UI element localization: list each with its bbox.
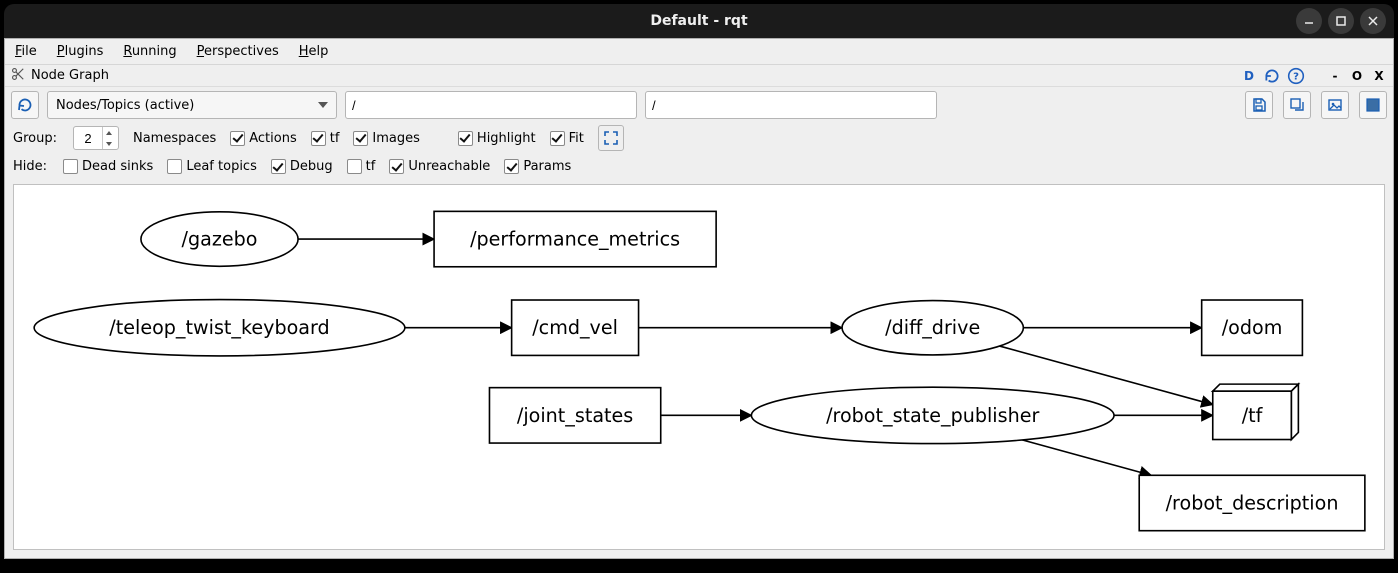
plugin-header: Node Graph D ? - O X — [5, 65, 1393, 87]
scissors-icon — [11, 67, 25, 85]
graph-node-label: /teleop_twist_keyboard — [109, 316, 329, 339]
header-dash-button[interactable]: - — [1327, 68, 1343, 84]
toolbar-row-1: Nodes/Topics (active) — [5, 87, 1393, 123]
options-row-1: Group: Namespaces Actions tf Images High… — [5, 123, 1393, 157]
svg-text:?: ? — [1293, 71, 1299, 82]
graph-node-label: /robot_state_publisher — [826, 404, 1039, 427]
window-frame: Default - rqt File Plugins Running Persp… — [0, 0, 1398, 573]
header-x-button[interactable]: X — [1371, 68, 1387, 84]
menu-file[interactable]: File — [11, 42, 41, 61]
menubar: File Plugins Running Perspectives Help — [5, 39, 1393, 65]
hide-label: Hide: — [13, 159, 47, 174]
graph-node-label: /joint_states — [517, 404, 633, 427]
highlight-checkbox[interactable]: Highlight — [458, 131, 536, 146]
topic-filter-input[interactable] — [645, 91, 937, 119]
window-title: Default - rqt — [650, 13, 747, 29]
unreachable-checkbox[interactable]: Unreachable — [389, 159, 490, 174]
spin-up[interactable] — [103, 127, 116, 138]
leaftopics-checkbox[interactable]: Leaf topics — [167, 159, 257, 174]
images-checkbox[interactable]: Images — [353, 131, 420, 146]
close-button[interactable] — [1360, 8, 1386, 34]
graph-node-label: /diff_drive — [885, 316, 980, 339]
menu-file-rest: ile — [22, 44, 37, 59]
titlebar[interactable]: Default - rqt — [4, 4, 1394, 38]
minimize-button[interactable] — [1296, 8, 1322, 34]
header-o-button[interactable]: O — [1349, 68, 1365, 84]
graph-node-tf[interactable]: /tf — [1213, 384, 1299, 439]
view-mode-dropdown[interactable]: Nodes/Topics (active) — [47, 91, 337, 119]
menu-plugins[interactable]: Plugins — [53, 42, 108, 61]
group-value-input[interactable] — [74, 131, 102, 146]
graph-node-label: /gazebo — [182, 228, 258, 251]
right-toolbar-icons — [1245, 91, 1387, 119]
help-icon[interactable]: ? — [1287, 67, 1305, 85]
dropdown-label: Nodes/Topics (active) — [56, 98, 194, 113]
graph-node-label: /robot_description — [1166, 491, 1339, 514]
group-label: Group: — [13, 131, 57, 146]
chevron-down-icon — [318, 102, 328, 108]
namespaces-label: Namespaces — [133, 131, 216, 146]
app-shell: File Plugins Running Perspectives Help N… — [4, 38, 1394, 559]
group-spinbox[interactable] — [73, 126, 119, 150]
fit-view-button[interactable] — [598, 125, 624, 151]
save-button[interactable] — [1245, 91, 1273, 119]
spin-down[interactable] — [103, 138, 116, 149]
reload-icon[interactable] — [1263, 67, 1281, 85]
graph-node-odom[interactable]: /odom — [1202, 300, 1303, 355]
graph-canvas[interactable]: /gazebo/teleop_twist_keyboard/diff_drive… — [13, 184, 1385, 550]
graph-node-diff_drive[interactable]: /diff_drive — [842, 301, 1023, 355]
fit-checkbox[interactable]: Fit — [550, 131, 584, 146]
options-row-2: Hide: Dead sinks Leaf topics Debug tf Un… — [5, 157, 1393, 180]
hide-tf-checkbox[interactable]: tf — [347, 159, 376, 174]
graph-node-perf[interactable]: /performance_metrics — [434, 211, 716, 266]
params-checkbox[interactable]: Params — [504, 159, 571, 174]
save-image-button[interactable] — [1321, 91, 1349, 119]
fullscreen-button[interactable] — [1359, 91, 1387, 119]
graph-node-label: /odom — [1222, 316, 1283, 339]
export-button[interactable] — [1283, 91, 1311, 119]
graph-node-joint_states[interactable]: /joint_states — [489, 388, 660, 443]
refresh-button[interactable] — [11, 91, 39, 119]
actions-checkbox[interactable]: Actions — [230, 131, 297, 146]
graph-node-label: /tf — [1242, 404, 1264, 427]
graph-node-cmd_vel[interactable]: /cmd_vel — [512, 300, 639, 355]
graph-node-label: /performance_metrics — [470, 228, 680, 251]
debug-checkbox[interactable]: Debug — [271, 159, 333, 174]
window-controls — [1296, 8, 1386, 34]
graph-node-label: /cmd_vel — [532, 316, 618, 339]
node-filter-input[interactable] — [345, 91, 637, 119]
deadsinks-checkbox[interactable]: Dead sinks — [63, 159, 153, 174]
menu-help[interactable]: Help — [295, 42, 333, 61]
maximize-button[interactable] — [1328, 8, 1354, 34]
graph-node-rsp[interactable]: /robot_state_publisher — [751, 387, 1114, 443]
graph-node-gazebo[interactable]: /gazebo — [141, 212, 298, 266]
menu-perspectives[interactable]: Perspectives — [193, 42, 283, 61]
tf-checkbox[interactable]: tf — [311, 131, 340, 146]
graph-node-robot_desc[interactable]: /robot_description — [1139, 475, 1365, 530]
plugin-title: Node Graph — [31, 68, 109, 83]
menu-running[interactable]: Running — [119, 42, 180, 61]
header-d-button[interactable]: D — [1241, 68, 1257, 84]
graph-node-teleop[interactable]: /teleop_twist_keyboard — [34, 300, 405, 356]
graph-edge[interactable] — [1022, 440, 1151, 475]
